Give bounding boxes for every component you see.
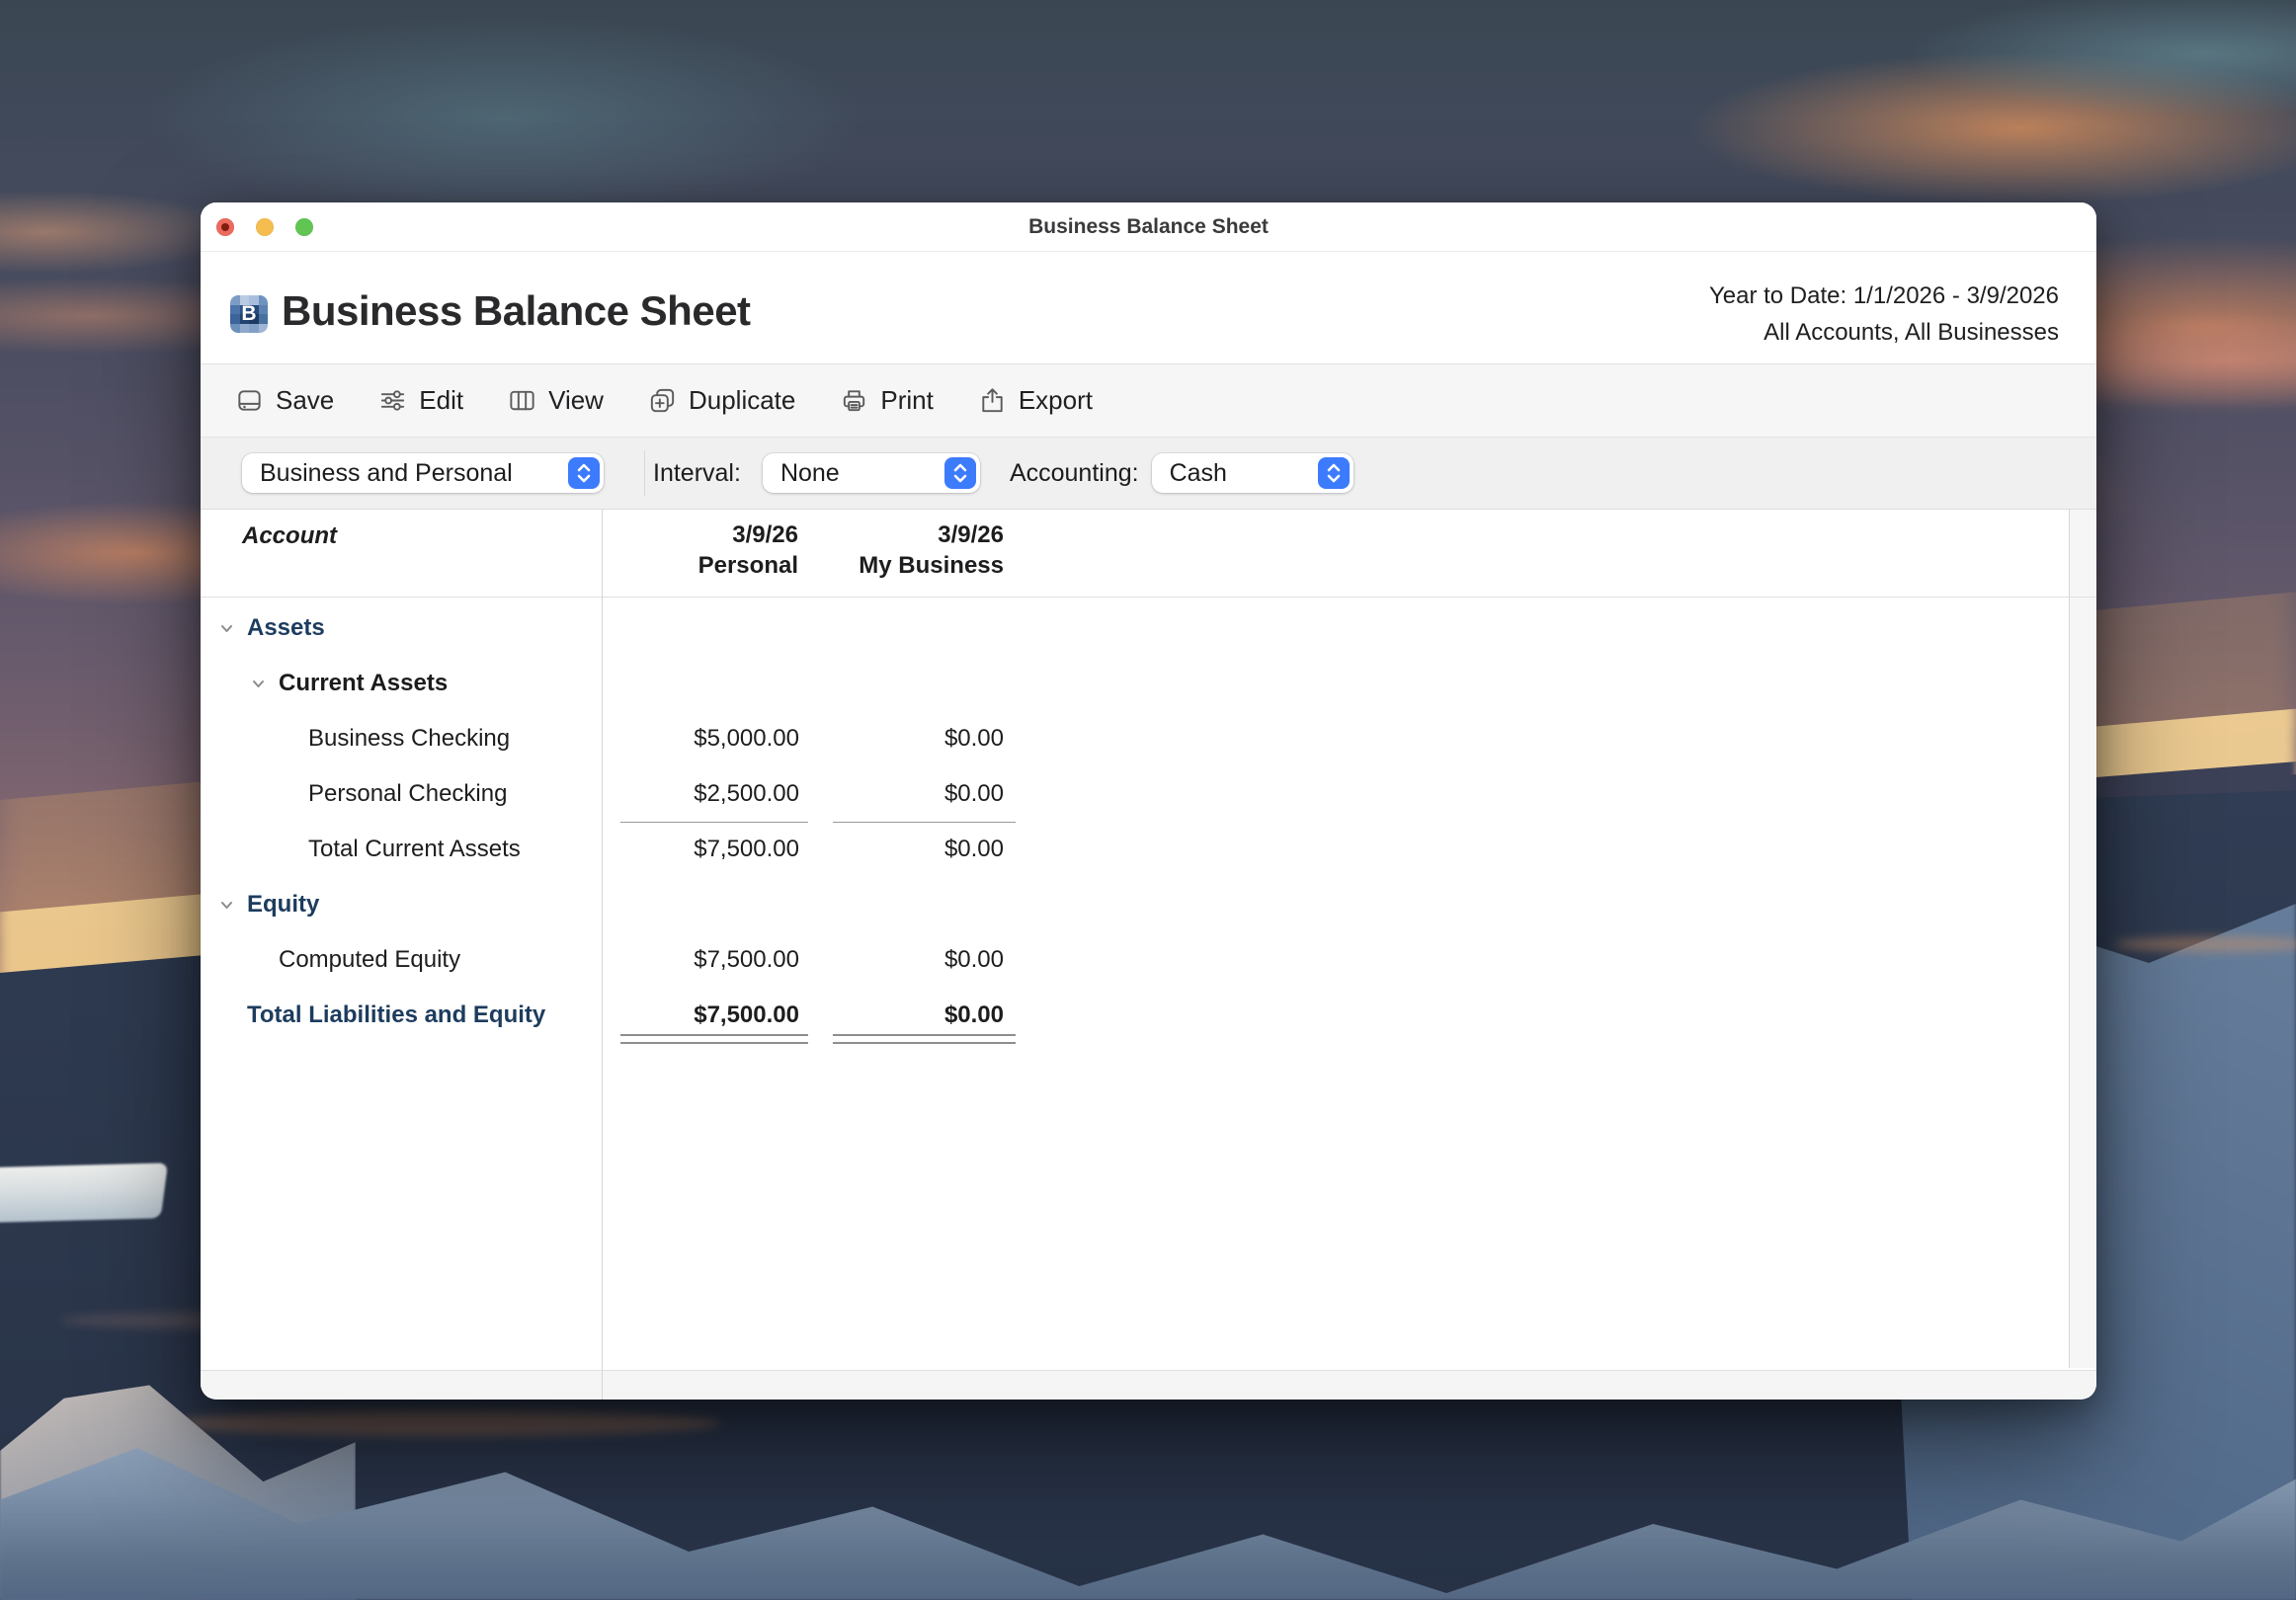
value-personal: $2,500.00 xyxy=(620,766,808,822)
duplicate-icon xyxy=(647,385,678,416)
wallpaper-ice-floe-left xyxy=(0,1162,168,1223)
chevron-down-icon[interactable] xyxy=(215,620,237,637)
accounting-select[interactable]: Cash xyxy=(1152,453,1353,493)
edit-button[interactable]: Edit xyxy=(377,385,463,416)
popup-chevrons-icon xyxy=(944,457,976,489)
report-header: B Business Balance Sheet Year to Date: 1… xyxy=(201,252,2096,364)
save-icon xyxy=(234,385,265,416)
print-button[interactable]: Print xyxy=(839,385,933,416)
duplicate-button[interactable]: Duplicate xyxy=(647,385,795,416)
value-personal: $5,000.00 xyxy=(620,711,808,766)
accounting-label: Accounting: xyxy=(1010,459,1139,488)
report-scope: All Accounts, All Businesses xyxy=(1709,314,2059,351)
view-button[interactable]: View xyxy=(507,385,604,416)
page-title: Business Balance Sheet xyxy=(282,287,751,335)
table-row-computed-equity[interactable]: Computed Equity $7,500.00 $0.00 xyxy=(201,932,2096,988)
popup-chevrons-icon xyxy=(1318,457,1350,489)
value-my-business: $0.00 xyxy=(833,711,1016,766)
save-button[interactable]: Save xyxy=(234,385,334,416)
value-personal: $7,500.00 xyxy=(620,932,808,988)
table-row-business-checking[interactable]: Business Checking $5,000.00 $0.00 xyxy=(201,711,2096,766)
column-header-personal: 3/9/26 Personal xyxy=(620,520,798,581)
report-window: Business Balance Sheet B Business Balanc… xyxy=(201,202,2096,1400)
report-period: Year to Date: 1/1/2026 - 3/9/2026 xyxy=(1709,278,2059,314)
window-footer xyxy=(201,1370,2096,1400)
chevron-down-icon[interactable] xyxy=(247,676,269,692)
edit-sliders-icon xyxy=(377,385,408,416)
account-column-header: Account xyxy=(242,522,337,550)
report-table: Account 3/9/26 Personal 3/9/26 My Busine… xyxy=(201,510,2096,1398)
window-titlebar[interactable]: Business Balance Sheet xyxy=(201,202,2096,252)
table-row-total-current-assets[interactable]: Total Current Assets $7,500.00 $0.00 xyxy=(201,822,2096,877)
table-row-assets[interactable]: Assets xyxy=(201,600,2096,656)
report-period-scope: Year to Date: 1/1/2026 - 3/9/2026 All Ac… xyxy=(1709,278,2059,351)
print-icon xyxy=(839,385,869,416)
report-icon: B xyxy=(230,295,268,333)
table-row-equity[interactable]: Equity xyxy=(201,877,2096,932)
wallpaper-reflection xyxy=(168,1410,721,1436)
view-columns-icon xyxy=(507,385,537,416)
value-my-business: $0.00 xyxy=(833,766,1016,822)
filter-bar: Business and Personal Interval: None Acc… xyxy=(201,438,2096,510)
value-personal: $7,500.00 xyxy=(620,822,808,877)
value-my-business: $0.00 xyxy=(833,988,1016,1043)
interval-select[interactable]: None xyxy=(763,453,980,493)
toolbar: Save Edit View xyxy=(201,364,2096,438)
table-row-current-assets[interactable]: Current Assets xyxy=(201,656,2096,711)
popup-chevrons-icon xyxy=(568,457,600,489)
table-body: Assets Current Assets Business Checking … xyxy=(201,598,2096,1043)
value-personal: $7,500.00 xyxy=(620,988,808,1043)
scope-select[interactable]: Business and Personal xyxy=(242,453,604,493)
export-button[interactable]: Export xyxy=(977,385,1093,416)
window-title: Business Balance Sheet xyxy=(201,202,2096,251)
export-share-icon xyxy=(977,385,1008,416)
filter-separator xyxy=(644,450,645,496)
chevron-down-icon[interactable] xyxy=(215,897,237,914)
column-header-my-business: 3/9/26 My Business xyxy=(833,520,1004,581)
value-my-business: $0.00 xyxy=(833,822,1016,877)
wallpaper-reflection xyxy=(2114,936,2296,952)
interval-label: Interval: xyxy=(653,459,741,488)
value-my-business: $0.00 xyxy=(833,932,1016,988)
table-header: Account 3/9/26 Personal 3/9/26 My Busine… xyxy=(201,510,2096,598)
column-divider xyxy=(602,510,603,1400)
table-row-total-liabilities-and-equity[interactable]: Total Liabilities and Equity $7,500.00 $… xyxy=(201,988,2096,1043)
table-row-personal-checking[interactable]: Personal Checking $2,500.00 $0.00 xyxy=(201,766,2096,822)
